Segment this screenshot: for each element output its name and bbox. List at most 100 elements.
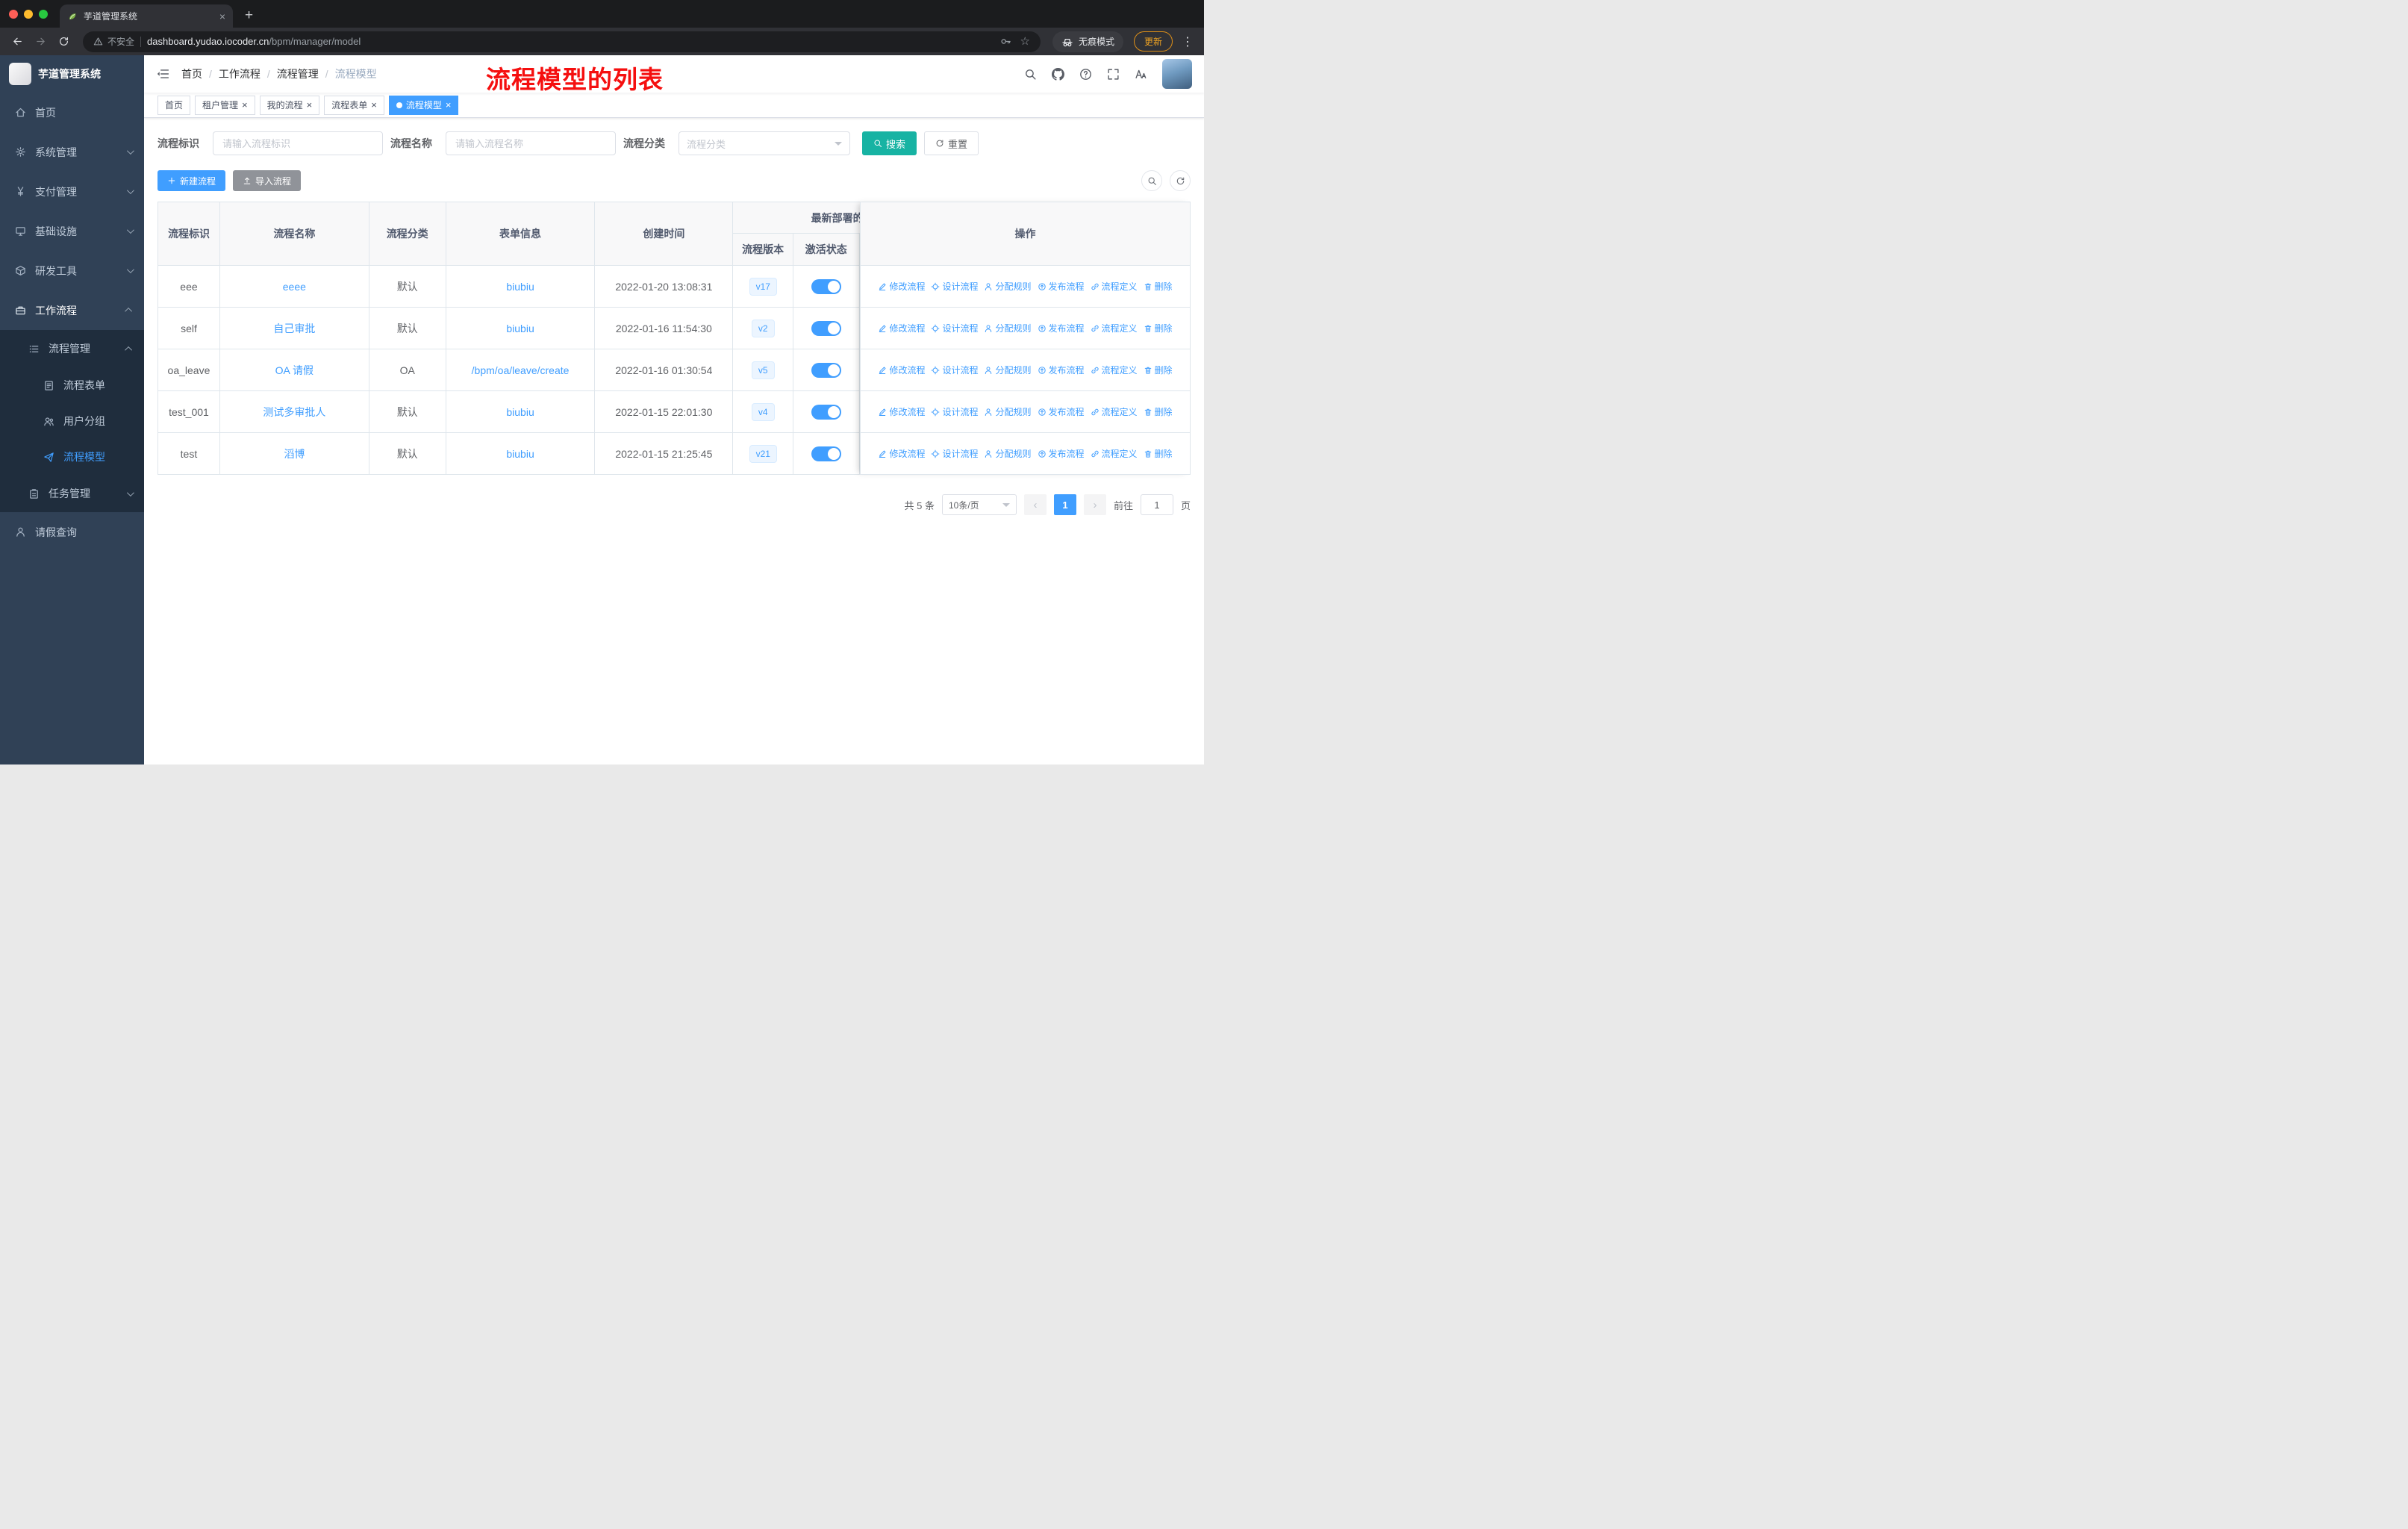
process-key-input[interactable]	[213, 131, 383, 155]
action-definition-link[interactable]: 流程定义	[1091, 322, 1138, 334]
active-toggle[interactable]	[811, 362, 842, 378]
action-delete-link[interactable]: 删除	[1144, 322, 1173, 334]
version-tag[interactable]: v5	[751, 361, 775, 379]
form-link[interactable]: biubiu	[506, 323, 534, 334]
active-toggle[interactable]	[811, 320, 842, 336]
action-definition-link[interactable]: 流程定义	[1091, 447, 1138, 460]
close-tab-icon[interactable]: ×	[219, 11, 225, 22]
app-logo[interactable]: 芋道管理系统	[0, 55, 144, 93]
action-edit-link[interactable]: 修改流程	[878, 280, 925, 293]
goto-page-input[interactable]	[1140, 494, 1173, 515]
form-link[interactable]: biubiu	[506, 448, 534, 460]
action-design-link[interactable]: 设计流程	[931, 364, 978, 376]
next-page-button[interactable]: ›	[1083, 494, 1106, 515]
sidebar-item-基础设施[interactable]: 基础设施	[0, 211, 144, 251]
breadcrumb-item[interactable]: 工作流程	[219, 66, 261, 81]
tab-我的流程[interactable]: 我的流程 ×	[259, 95, 320, 115]
process-name-link[interactable]: OA 请假	[275, 363, 314, 378]
action-design-link[interactable]: 设计流程	[931, 280, 978, 293]
close-icon[interactable]: ×	[242, 100, 248, 110]
github-icon[interactable]	[1052, 67, 1064, 81]
active-toggle[interactable]	[811, 278, 842, 294]
font-size-icon[interactable]	[1135, 68, 1147, 81]
action-publish-link[interactable]: 发布流程	[1038, 364, 1085, 376]
browser-menu-icon[interactable]: ⋮	[1182, 34, 1194, 49]
tab-流程表单[interactable]: 流程表单 ×	[324, 95, 384, 115]
back-button[interactable]	[7, 31, 28, 52]
close-window-button[interactable]	[9, 9, 18, 19]
action-design-link[interactable]: 设计流程	[931, 447, 978, 460]
close-icon[interactable]: ×	[446, 100, 452, 110]
action-assign-link[interactable]: 分配规则	[984, 405, 1032, 418]
action-delete-link[interactable]: 删除	[1144, 447, 1173, 460]
avatar[interactable]	[1162, 59, 1192, 89]
sidebar-item-首页[interactable]: 首页	[0, 93, 144, 132]
category-select[interactable]: 流程分类	[679, 131, 850, 155]
version-tag[interactable]: v2	[751, 319, 775, 337]
action-edit-link[interactable]: 修改流程	[878, 322, 925, 334]
version-tag[interactable]: v21	[749, 444, 777, 463]
action-assign-link[interactable]: 分配规则	[984, 447, 1032, 460]
reset-button[interactable]: 重置	[924, 131, 979, 155]
sidebar-item-任务管理[interactable]: 任务管理	[0, 475, 144, 512]
active-toggle[interactable]	[811, 446, 842, 461]
password-key-icon[interactable]	[1000, 36, 1011, 47]
action-publish-link[interactable]: 发布流程	[1038, 280, 1085, 293]
page-number-button[interactable]: 1	[1053, 494, 1076, 515]
process-name-link[interactable]: eeee	[283, 281, 306, 293]
action-publish-link[interactable]: 发布流程	[1038, 405, 1085, 418]
action-assign-link[interactable]: 分配规则	[984, 322, 1032, 334]
breadcrumb-item[interactable]: 流程管理	[277, 66, 319, 81]
action-publish-link[interactable]: 发布流程	[1038, 447, 1085, 460]
forward-button[interactable]	[31, 31, 51, 52]
action-publish-link[interactable]: 发布流程	[1038, 322, 1085, 334]
action-edit-link[interactable]: 修改流程	[878, 447, 925, 460]
sidebar-item-请假查询[interactable]: 请假查询	[0, 512, 144, 552]
zoom-window-button[interactable]	[39, 9, 48, 19]
close-icon[interactable]: ×	[307, 100, 313, 110]
form-link[interactable]: biubiu	[506, 406, 534, 418]
sidebar-item-流程模型[interactable]: 流程模型	[0, 439, 144, 475]
tab-流程模型[interactable]: 流程模型 ×	[388, 95, 459, 115]
security-chip[interactable]: 不安全	[93, 35, 134, 48]
show-search-button[interactable]	[1141, 170, 1162, 191]
bookmark-star-icon[interactable]: ☆	[1020, 36, 1030, 47]
action-edit-link[interactable]: 修改流程	[878, 364, 925, 376]
update-button[interactable]: 更新	[1133, 31, 1173, 52]
tab-租户管理[interactable]: 租户管理 ×	[195, 95, 255, 115]
process-name-link[interactable]: 滔博	[284, 446, 305, 461]
active-toggle[interactable]	[811, 404, 842, 420]
page-size-select[interactable]: 10条/页	[941, 494, 1017, 515]
search-icon[interactable]	[1024, 68, 1037, 81]
refresh-table-button[interactable]	[1170, 170, 1191, 191]
action-definition-link[interactable]: 流程定义	[1091, 364, 1138, 376]
form-link[interactable]: biubiu	[506, 281, 534, 293]
sidebar-item-系统管理[interactable]: 系统管理	[0, 132, 144, 172]
action-assign-link[interactable]: 分配规则	[984, 280, 1032, 293]
breadcrumb-item[interactable]: 首页	[181, 66, 202, 81]
sidebar-item-支付管理[interactable]: 支付管理	[0, 172, 144, 211]
version-tag[interactable]: v4	[751, 402, 775, 421]
action-definition-link[interactable]: 流程定义	[1091, 280, 1138, 293]
action-delete-link[interactable]: 删除	[1144, 405, 1173, 418]
search-button[interactable]: 搜索	[862, 131, 917, 155]
process-name-link[interactable]: 测试多审批人	[263, 405, 325, 420]
minimize-window-button[interactable]	[24, 9, 33, 19]
version-tag[interactable]: v17	[749, 277, 777, 296]
action-definition-link[interactable]: 流程定义	[1091, 405, 1138, 418]
form-link[interactable]: /bpm/oa/leave/create	[472, 364, 570, 376]
sidebar-item-工作流程[interactable]: 工作流程	[0, 290, 144, 330]
action-delete-link[interactable]: 删除	[1144, 364, 1173, 376]
import-process-button[interactable]: 导入流程	[233, 170, 302, 191]
action-design-link[interactable]: 设计流程	[931, 322, 978, 334]
address-bar[interactable]: 不安全 dashboard.yudao.iocoder.cn/bpm/manag…	[83, 31, 1041, 52]
reload-button[interactable]	[54, 31, 74, 52]
process-name-input[interactable]	[446, 131, 616, 155]
sidebar-item-研发工具[interactable]: 研发工具	[0, 251, 144, 290]
sidebar-item-流程表单[interactable]: 流程表单	[0, 367, 144, 403]
new-tab-button[interactable]: +	[245, 8, 253, 22]
action-design-link[interactable]: 设计流程	[931, 405, 978, 418]
browser-tab[interactable]: 芋道管理系统 ×	[60, 4, 233, 28]
collapse-sidebar-button[interactable]	[144, 67, 181, 81]
sidebar-item-流程管理[interactable]: 流程管理	[0, 330, 144, 367]
